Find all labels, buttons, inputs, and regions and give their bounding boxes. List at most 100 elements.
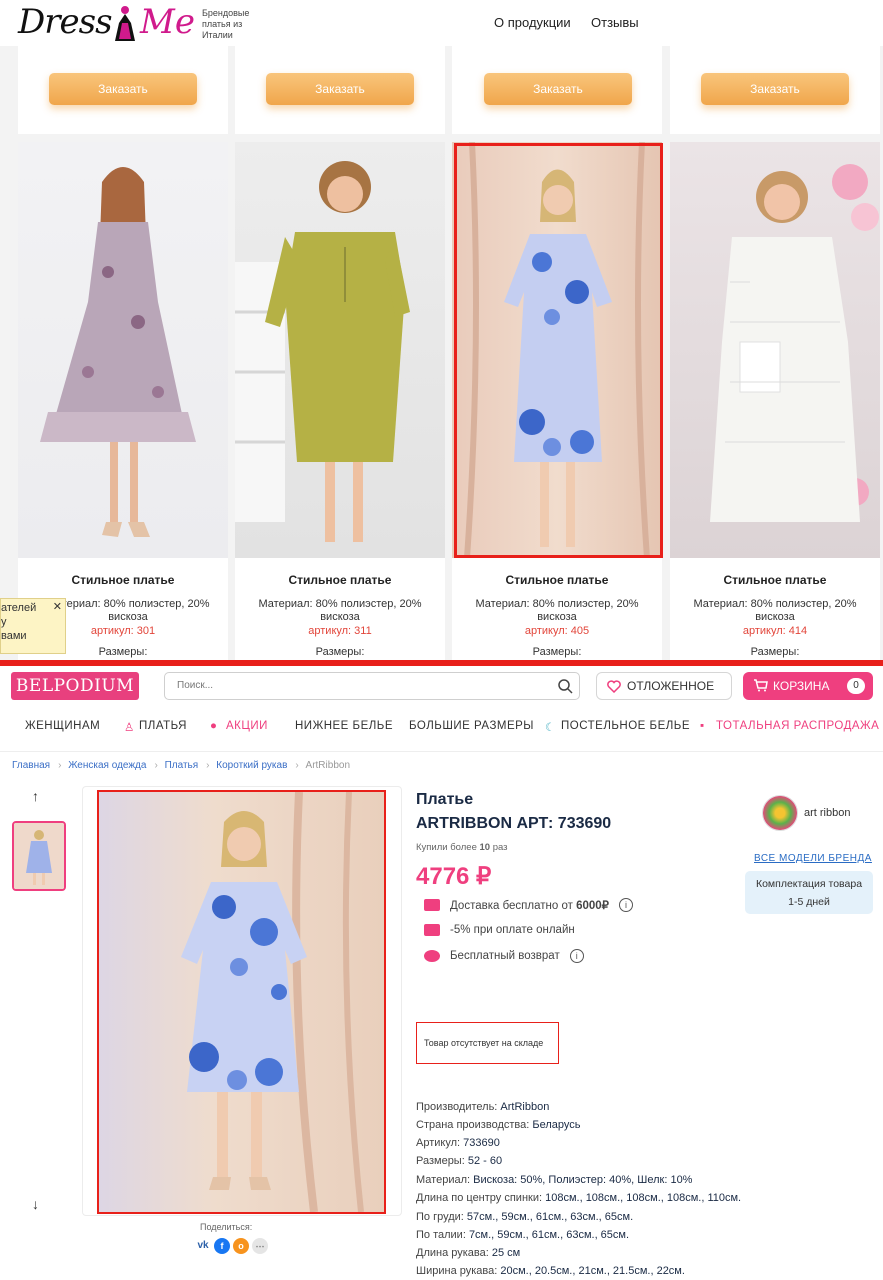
product-title: Стильное платье xyxy=(723,573,827,587)
order-button[interactable]: Заказать xyxy=(701,73,849,105)
menu-item-sales[interactable]: АКЦИИ xyxy=(226,720,268,732)
chevron-right-icon: › xyxy=(154,760,158,771)
card-icon xyxy=(424,924,440,936)
heart-icon xyxy=(607,680,621,693)
all-brand-models-link[interactable]: ВСЕ МОДЕЛИ БРЕНДА xyxy=(754,853,872,864)
logo-text-me[interactable]: Me xyxy=(140,2,195,42)
return-feature: Бесплатный возврат i xyxy=(424,949,584,963)
menu-item-women[interactable]: ЖЕНЩИНАМ xyxy=(25,720,100,732)
breadcrumb-dresses[interactable]: Платья xyxy=(165,760,199,771)
chevron-right-icon: › xyxy=(206,760,210,771)
close-icon[interactable]: ✕ xyxy=(53,600,62,614)
spec-sizes: Размеры: 52 - 60 xyxy=(416,1155,503,1167)
product-material: Материал: 80% полиэстер, 20% вискоза xyxy=(475,598,639,623)
gift-icon: ▪ xyxy=(700,720,705,732)
product-article: артикул: 414 xyxy=(742,625,808,637)
dressme-page: Dress Me Брендовые платья из Италии О пр… xyxy=(0,0,883,660)
spec-bust: По груди: 57см., 59см., 61см., 63см., 65… xyxy=(416,1211,634,1223)
logo[interactable]: BELPODIUM xyxy=(11,672,139,700)
product-article: артикул: 405 xyxy=(524,625,590,637)
product-sizes: Размеры: xyxy=(750,646,800,658)
product-sizes: Размеры: xyxy=(315,646,365,658)
discount-feature: -5% при оплате онлайн xyxy=(424,924,575,936)
menu-item-total-sale[interactable]: ТОТАЛЬНАЯ РАСПРОДАЖА xyxy=(716,720,879,732)
logo-text-dress[interactable]: Dress xyxy=(18,2,113,42)
favorites-label: ОТЛОЖЕННОЕ xyxy=(627,679,715,693)
nav-reviews[interactable]: Отзывы xyxy=(591,15,639,30)
vk-icon[interactable]: vk xyxy=(195,1238,211,1254)
spec-sleeve-width: Ширина рукава: 20см., 20.5см., 21см., 21… xyxy=(416,1265,685,1277)
more-icon[interactable]: ⋯ xyxy=(252,1238,268,1254)
share-buttons: vk f o ⋯ xyxy=(195,1238,268,1256)
chevron-right-icon: › xyxy=(58,760,62,771)
dressme-header: Dress Me Брендовые платья из Италии О пр… xyxy=(0,0,883,46)
logo-dress-figure-icon xyxy=(115,6,135,41)
product-image-floral-dress[interactable] xyxy=(18,142,228,558)
logo-tagline: Брендовые платья из Италии xyxy=(202,8,250,40)
discount-text: -5% при оплате онлайн xyxy=(450,924,575,936)
order-button[interactable]: Заказать xyxy=(49,73,197,105)
share-label: Поделиться: xyxy=(200,1222,253,1232)
spec-article: Артикул: 733690 xyxy=(416,1137,500,1149)
arrow-up-icon[interactable]: ↑ xyxy=(32,788,39,804)
cart-count-badge: 0 xyxy=(847,678,865,694)
dress-icon: ♙ xyxy=(124,722,135,734)
product-title: Платье ARTRIBBON АРТ: 733690 xyxy=(416,788,611,836)
odnoklassniki-icon[interactable]: o xyxy=(233,1238,249,1254)
arrow-down-icon[interactable]: ↓ xyxy=(32,1196,39,1212)
search-icon[interactable] xyxy=(557,678,573,694)
product-title-line1: Платье xyxy=(416,791,474,808)
favorites-button[interactable]: ОТЛОЖЕННОЕ xyxy=(596,672,732,700)
cart-button[interactable]: КОРЗИНА 0 xyxy=(743,672,873,700)
cart-label: КОРЗИНА xyxy=(773,679,830,693)
breadcrumb-short-sleeve[interactable]: Короткий рукав xyxy=(216,760,287,771)
search-input[interactable]: Поиск... xyxy=(164,672,580,700)
breadcrumb-current: ArtRibbon xyxy=(305,760,350,771)
chevron-right-icon: › xyxy=(295,760,299,771)
product-image-white-lace-dress[interactable] xyxy=(670,142,880,558)
spec-sleeve-length: Длина рукава: 25 см xyxy=(416,1247,521,1259)
bought-count: Купили более 10 раз xyxy=(416,842,508,853)
cart-icon xyxy=(754,679,768,692)
menu-item-dresses[interactable]: ПЛАТЬЯ xyxy=(139,720,187,732)
product-title: Стильное платье xyxy=(71,573,175,587)
kit-label: Комплектация товара xyxy=(755,878,863,890)
menu-item-plus-sizes[interactable]: БОЛЬШИЕ РАЗМЕРЫ xyxy=(409,720,534,732)
main-menu: ЖЕНЩИНАМ ♙ ПЛАТЬЯ ● АКЦИИ НИЖНЕЕ БЕЛЬЕ Б… xyxy=(0,710,883,752)
brand-logo[interactable] xyxy=(762,795,798,831)
product-material: Материал: 80% полиэстер, 20% вискоза xyxy=(258,598,422,623)
return-text: Бесплатный возврат xyxy=(450,950,560,962)
product-title: Стильное платье xyxy=(288,573,392,587)
facebook-icon[interactable]: f xyxy=(214,1238,230,1254)
product-title-line2: ARTRIBBON АРТ: 733690 xyxy=(416,815,612,832)
nav-about[interactable]: О продукции xyxy=(494,15,571,30)
notification-popup[interactable]: ателей у вами ✕ xyxy=(0,598,66,654)
moon-icon: ☾ xyxy=(545,722,556,734)
breadcrumb-women-clothing[interactable]: Женская одежда xyxy=(68,760,146,771)
info-icon[interactable]: i xyxy=(619,898,633,912)
product-image-olive-dress[interactable] xyxy=(235,142,445,558)
product-price: 4776 ₽ xyxy=(416,863,492,890)
breadcrumb-home[interactable]: Главная xyxy=(12,760,50,771)
spec-material: Материал: Вискоза: 50%, Полиэстер: 40%, … xyxy=(416,1174,693,1186)
delivery-text: Доставка бесплатно от 6000₽ xyxy=(450,900,609,912)
order-button[interactable]: Заказать xyxy=(484,73,632,105)
spec-country: Страна производства: Беларусь xyxy=(416,1119,581,1131)
breadcrumb: Главная › Женская одежда › Платья › Коротки… xyxy=(12,760,354,771)
belpodium-header: BELPODIUM Поиск... ОТЛОЖЕННОЕ КОРЗИНА 0 xyxy=(0,666,883,710)
kit-days: 1-5 дней xyxy=(788,896,830,908)
delivery-feature: Доставка бесплатно от 6000₽ i xyxy=(424,898,633,912)
product-material: Материал: 80% полиэстер, 20% вискоза xyxy=(693,598,857,623)
info-icon[interactable]: i xyxy=(569,949,584,963)
menu-item-bedding[interactable]: ПОСТЕЛЬНОЕ БЕЛЬЕ xyxy=(561,720,690,732)
menu-item-underwear[interactable]: НИЖНЕЕ БЕЛЬЕ xyxy=(295,720,393,732)
product-article: артикул: 311 xyxy=(308,625,372,637)
thumbnail-image[interactable] xyxy=(12,821,66,891)
main-product-image[interactable] xyxy=(97,790,386,1214)
highlight-frame xyxy=(454,143,663,558)
truck-icon xyxy=(424,899,440,911)
spec-waist: По талии: 7см., 59см., 61см., 63см., 65с… xyxy=(416,1229,630,1241)
brand-name[interactable]: art ribbon xyxy=(804,807,850,819)
product-title: Стильное платье xyxy=(505,573,609,587)
order-button[interactable]: Заказать xyxy=(266,73,414,105)
